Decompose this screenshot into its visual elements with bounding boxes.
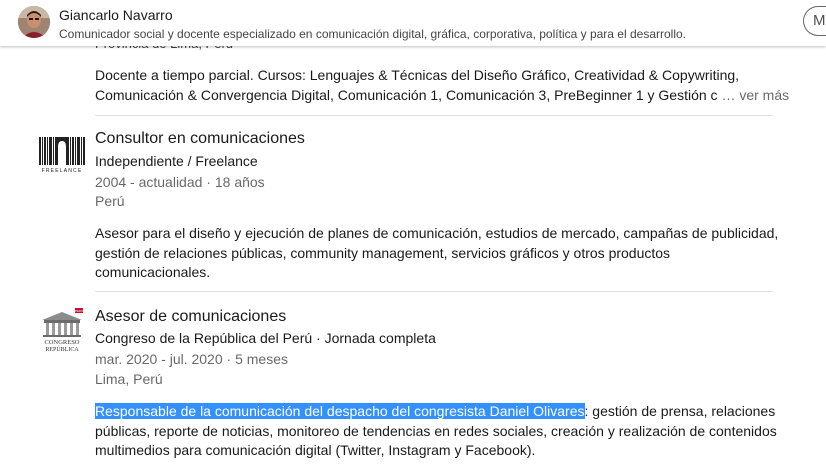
experience-company: Congreso de la República del Perú · Jorn… <box>95 330 436 346</box>
experience-company: Independiente / Freelance <box>95 153 258 169</box>
profile-name[interactable]: Giancarlo Navarro <box>59 7 173 23</box>
profile-avatar[interactable] <box>18 6 50 38</box>
freelance-barcode-icon: FREELANCE <box>39 137 85 174</box>
ellipsis: … <box>721 86 736 103</box>
experience-description: Responsable de la comunicación del despa… <box>95 402 777 461</box>
description-line: comunicacionales. <box>95 264 211 280</box>
congreso-building-icon: PERÚ CONGRESO REPÚBLICA <box>42 308 83 353</box>
congreso-logo-title: CONGRESO <box>44 339 79 346</box>
entry-divider <box>95 115 773 116</box>
description-line: Docente a tiempo parcial. Cursos: Lengua… <box>95 67 740 83</box>
description-line: públicas, reporte de noticias, monitoreo… <box>95 422 777 439</box>
avatar-photo-icon <box>18 6 50 38</box>
experience-description: Asesor para el diseño y ejecución de pla… <box>95 224 778 283</box>
experience-title[interactable]: Asesor de comunicaciones <box>95 308 286 326</box>
selected-text: Responsable de la comunicación del despa… <box>95 403 585 419</box>
freelance-logo[interactable]: FREELANCE <box>38 131 86 179</box>
sticky-profile-header: Giancarlo Navarro Comunicador social y d… <box>0 0 826 46</box>
description-line: Responsable de la comunicación del despa… <box>95 402 777 422</box>
see-more-link[interactable]: ver más <box>739 87 789 103</box>
description-line-text: Comunicación & Convergencia Digital, Com… <box>95 86 718 103</box>
more-button[interactable]: M <box>803 6 826 36</box>
congreso-logo[interactable]: PERÚ CONGRESO REPÚBLICA <box>38 306 86 354</box>
description-line: Comunicación & Convergencia Digital, Com… <box>95 86 789 106</box>
freelance-logo-text: FREELANCE <box>42 168 83 174</box>
experience-location: Perú <box>95 193 125 209</box>
experience-dates: mar. 2020 - jul. 2020 · 5 meses <box>95 351 288 367</box>
experience-title[interactable]: Consultor en comunicaciones <box>95 130 305 148</box>
description-line: gestión de relaciones públicas, communit… <box>95 244 671 261</box>
description-line-text: : gestión de prensa, relaciones <box>584 403 776 419</box>
profile-experience-page: Provincia de Lima, Perú Giancarlo Navarr… <box>0 0 826 464</box>
entry-divider <box>95 291 773 292</box>
congreso-logo-country: PERÚ <box>75 308 83 313</box>
description-line: multimedios para comunicación digital (T… <box>95 442 536 458</box>
congreso-logo-subtitle: REPÚBLICA <box>45 345 79 353</box>
description-line: Asesor para el diseño y ejecución de pla… <box>95 225 779 241</box>
profile-headline: Comunicador social y docente especializa… <box>59 27 686 41</box>
experience-location: Lima, Perú <box>95 371 163 387</box>
experience-dates: 2004 - actualidad · 18 años <box>95 174 265 190</box>
previous-entry-description: Docente a tiempo parcial. Cursos: Lengua… <box>95 66 789 105</box>
